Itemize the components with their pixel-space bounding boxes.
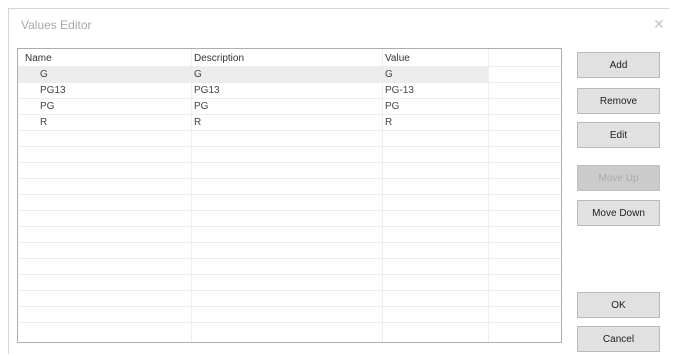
values-list[interactable]: Name Description Value G G G PG13 PG13 P… <box>17 48 562 343</box>
grid-line <box>488 49 489 342</box>
column-header-name[interactable]: Name <box>25 53 52 64</box>
grid-line <box>18 290 561 291</box>
add-button[interactable]: Add <box>577 52 660 78</box>
cancel-button[interactable]: Cancel <box>577 326 660 352</box>
table-row[interactable]: PG PG PG <box>18 99 488 115</box>
grid-line <box>18 242 561 243</box>
title-bar: Values Editor ✕ <box>9 9 669 39</box>
cell-value: PG <box>385 101 400 112</box>
table-row[interactable]: G G G <box>18 67 488 83</box>
close-icon[interactable]: ✕ <box>649 14 669 34</box>
move-up-button[interactable]: Move Up <box>577 165 660 191</box>
grid-line <box>18 194 561 195</box>
grid-line <box>18 146 561 147</box>
cell-value: PG-13 <box>385 85 414 96</box>
column-header-value[interactable]: Value <box>385 53 410 64</box>
cell-name: R <box>40 117 48 128</box>
cell-name: PG13 <box>40 85 66 96</box>
cell-description: R <box>194 117 202 128</box>
cell-description: G <box>194 69 202 80</box>
window-title: Values Editor <box>21 18 92 32</box>
grid-line <box>18 178 561 179</box>
grid-line <box>18 322 561 323</box>
cell-name: G <box>40 69 48 80</box>
grid-line <box>18 258 561 259</box>
remove-button[interactable]: Remove <box>577 88 660 114</box>
cell-description: PG13 <box>194 85 220 96</box>
grid-line <box>18 210 561 211</box>
grid-line <box>18 274 561 275</box>
cell-value: R <box>385 117 393 128</box>
cell-value: G <box>385 69 393 80</box>
cell-description: PG <box>194 101 209 112</box>
grid-line <box>18 226 561 227</box>
edit-button[interactable]: Edit <box>577 122 660 148</box>
cell-name: PG <box>40 101 55 112</box>
ok-button[interactable]: OK <box>577 292 660 318</box>
grid-line <box>18 306 561 307</box>
table-row[interactable]: R R R <box>18 115 488 131</box>
grid-line <box>18 162 561 163</box>
table-row[interactable]: PG13 PG13 PG-13 <box>18 83 488 99</box>
move-down-button[interactable]: Move Down <box>577 200 660 226</box>
column-header-description[interactable]: Description <box>194 53 244 64</box>
